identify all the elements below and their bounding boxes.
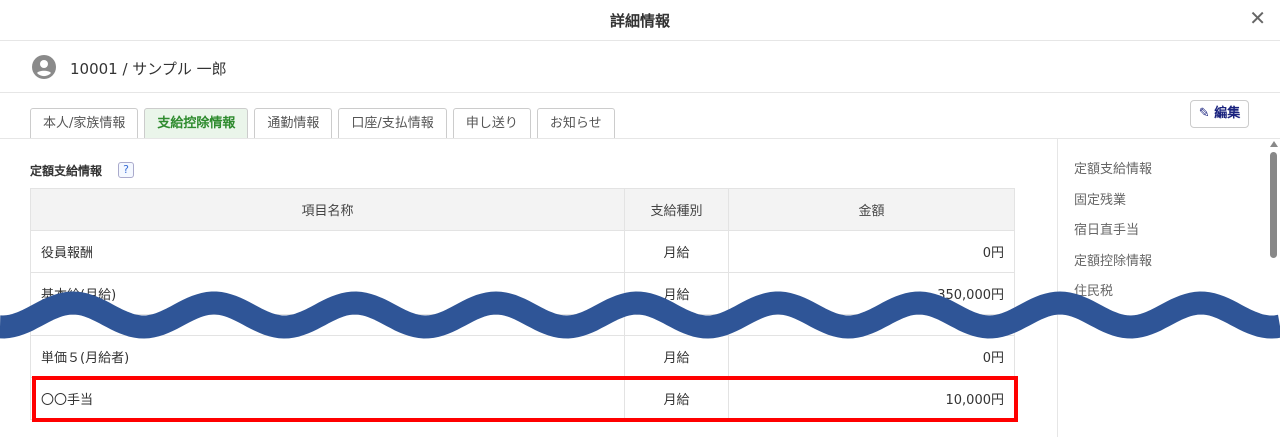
omission-wave xyxy=(0,291,1280,339)
wave-path xyxy=(0,291,1280,339)
